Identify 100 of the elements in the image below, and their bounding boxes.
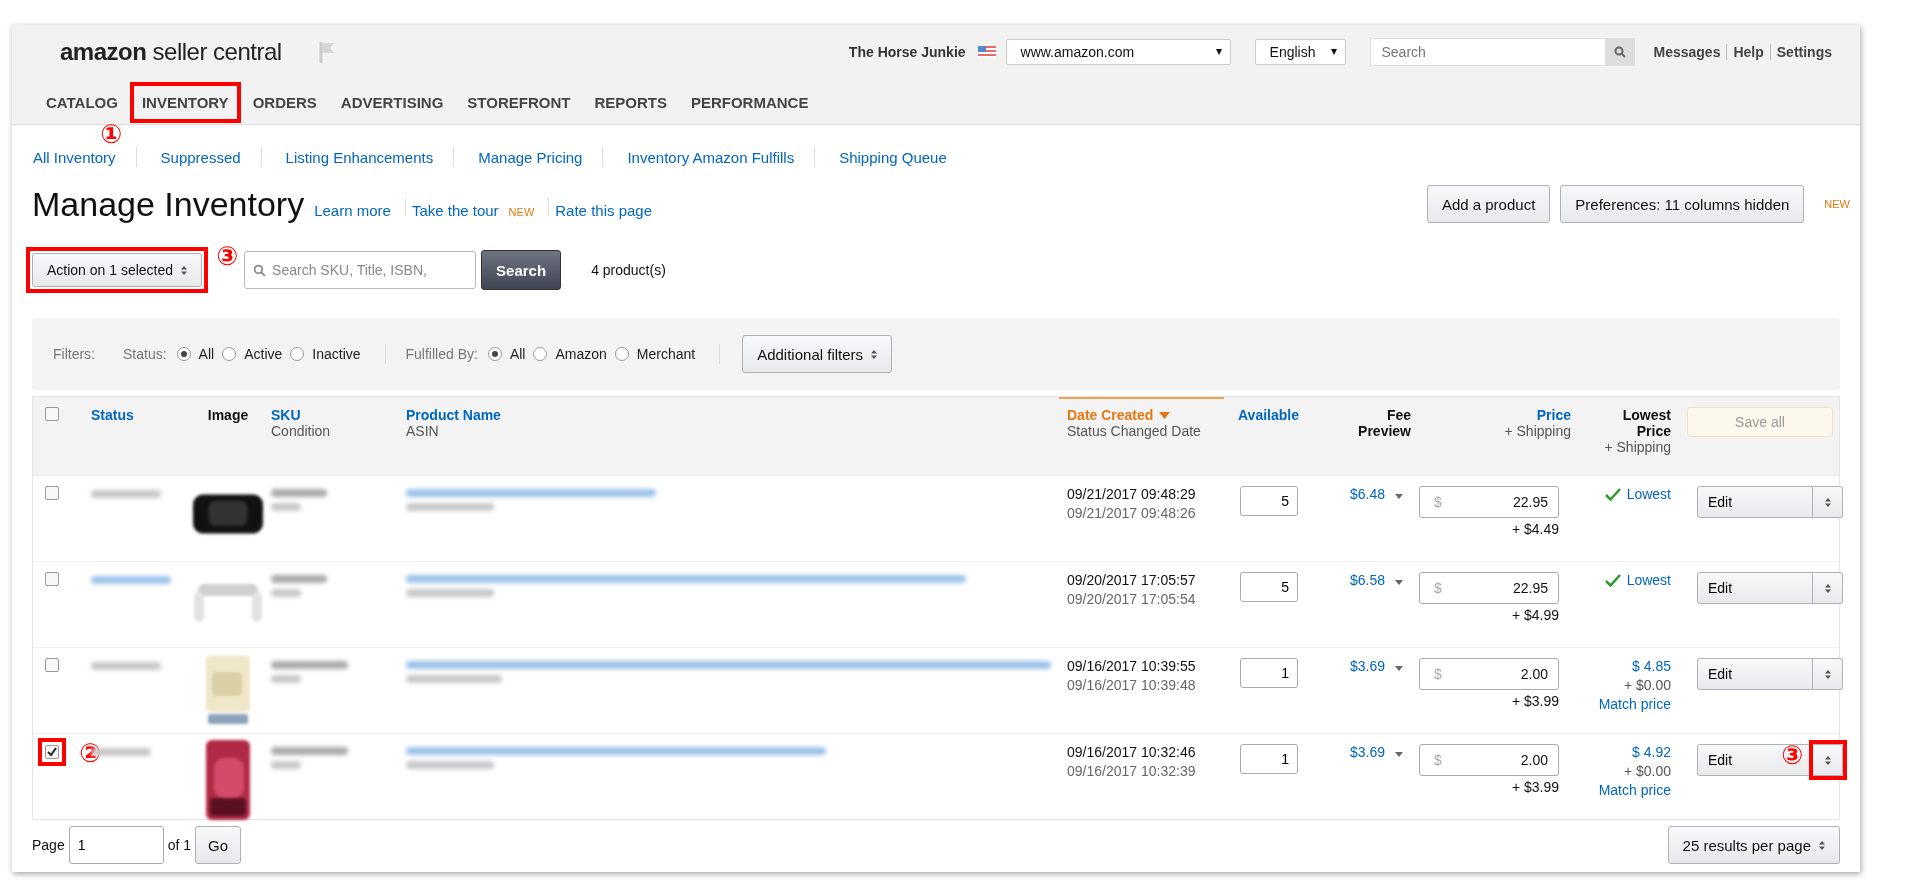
radio-button[interactable]	[614, 347, 629, 361]
page-button[interactable]: Add a product	[1426, 185, 1551, 223]
radio-button[interactable]	[222, 347, 237, 361]
quantity-field[interactable]: 1	[1240, 744, 1298, 774]
nav-tab[interactable]: PERFORMANCE	[686, 93, 813, 111]
header-link[interactable]: Settings	[1776, 44, 1832, 60]
radio-label[interactable]: Amazon	[555, 346, 607, 362]
logo[interactable]: amazon seller central	[60, 38, 282, 66]
shipping-price: + $3.99	[1511, 693, 1559, 709]
subnav-link[interactable]: All Inventory	[33, 148, 116, 166]
price-field[interactable]: $ 22.95	[1419, 486, 1559, 518]
store-name: The Horse Junkie	[848, 44, 966, 60]
row-checkbox[interactable]	[45, 745, 59, 759]
nav-tab[interactable]: ORDERS	[248, 93, 321, 111]
column-header[interactable]: Available	[1238, 407, 1316, 423]
column-subheader: Status Changed Date	[1067, 423, 1202, 439]
caret-icon[interactable]	[1395, 494, 1404, 499]
nav-tab[interactable]: CATALOG	[42, 93, 122, 111]
quantity-field[interactable]: 5	[1240, 572, 1298, 602]
shipping-price: + $4.49	[1511, 521, 1559, 537]
radio-label[interactable]: Inactive	[312, 346, 361, 362]
subnav-link[interactable]: Suppressed	[160, 148, 241, 166]
nav-tab[interactable]: STOREFRONT	[463, 93, 575, 111]
sku-search-field[interactable]: Search SKU, Title, ISBN,	[244, 251, 477, 289]
fee-link[interactable]: $6.48	[1350, 486, 1386, 502]
updown-icon	[1824, 755, 1831, 765]
country-flag-icon	[977, 46, 996, 58]
header-link[interactable]: Help	[1733, 44, 1764, 60]
radio-label[interactable]: Active	[244, 346, 283, 362]
filters-label: Filters:	[53, 346, 95, 362]
radio-button[interactable]	[533, 347, 548, 361]
lowest-link[interactable]: Lowest	[1626, 572, 1671, 588]
check-icon	[1604, 487, 1621, 501]
radio-label[interactable]: All	[198, 346, 215, 362]
radio-button[interactable]	[290, 347, 305, 361]
language-select[interactable]: English	[1254, 39, 1347, 65]
edit-button[interactable]: Edit	[1697, 658, 1813, 690]
filter-label: Fulfilled By:	[405, 346, 478, 362]
page-link[interactable]: Learn more	[314, 201, 391, 219]
edit-button[interactable]: Edit	[1697, 572, 1813, 604]
radio-label[interactable]: Merchant	[636, 346, 696, 362]
header-link[interactable]: Messages	[1653, 44, 1721, 60]
caret-icon[interactable]	[1395, 752, 1404, 757]
callout-number: ①	[99, 120, 122, 147]
date-created: 09/20/2017 17:05:57	[1067, 572, 1197, 588]
callout-number: ③	[216, 243, 239, 269]
row-checkbox[interactable]	[45, 658, 59, 672]
lowest-price: $ 4.85	[1632, 658, 1671, 674]
caret-icon[interactable]	[1395, 580, 1404, 585]
search-button[interactable]	[1605, 38, 1636, 66]
edit-button[interactable]: Edit	[1697, 486, 1813, 518]
column-header[interactable]: Price	[1536, 407, 1571, 423]
subnav-link[interactable]: Listing Enhancements	[285, 148, 434, 166]
caret-icon[interactable]	[1395, 666, 1404, 671]
nav-tab[interactable]: ADVERTISING	[336, 93, 448, 111]
edit-menu-toggle[interactable]	[1813, 486, 1843, 518]
fee-link[interactable]: $3.69	[1350, 658, 1386, 674]
edit-menu-toggle[interactable]	[1813, 572, 1843, 604]
marketplace-select[interactable]: www.amazon.com	[1005, 39, 1231, 65]
price-field[interactable]: $ 2.00	[1419, 744, 1559, 776]
lowest-price: $ 4.92	[1632, 744, 1671, 760]
shipping-price: + $4.99	[1511, 607, 1559, 623]
subnav-link[interactable]: Manage Pricing	[478, 148, 583, 166]
blurred-text	[271, 575, 327, 583]
radio-button[interactable]	[176, 347, 191, 361]
radio-button[interactable]	[487, 347, 502, 361]
column-header[interactable]: SKU	[271, 407, 390, 423]
search-button[interactable]: Search	[481, 250, 562, 290]
action-dropdown[interactable]: Action on 1 selected	[32, 253, 203, 287]
row-checkbox[interactable]	[45, 572, 59, 586]
lowest-link[interactable]: Lowest	[1626, 486, 1671, 502]
radio-label[interactable]: All	[509, 346, 526, 362]
match-price-link[interactable]: Match price	[1598, 696, 1671, 712]
search-field[interactable]: Search	[1370, 38, 1606, 66]
status-changed-date: 09/16/2017 10:32:39	[1067, 763, 1197, 779]
page-button[interactable]: Preferences: 11 columns hidden	[1560, 185, 1805, 223]
page-link[interactable]: Rate this page	[555, 201, 652, 219]
fee-link[interactable]: $6.58	[1350, 572, 1386, 588]
column-header[interactable]: Product Name	[406, 407, 1051, 423]
page-field[interactable]: 1	[68, 826, 164, 864]
select-all-checkbox[interactable]	[45, 407, 59, 421]
fee-link[interactable]: $3.69	[1350, 744, 1386, 760]
subnav-link[interactable]: Inventory Amazon Fulfills	[627, 148, 795, 166]
row-checkbox[interactable]	[45, 486, 59, 500]
additional-filters-button[interactable]: Additional filters	[742, 335, 893, 373]
column-header[interactable]: Status	[91, 407, 185, 423]
price-field[interactable]: $ 2.00	[1419, 658, 1559, 690]
quantity-field[interactable]: 5	[1240, 486, 1298, 516]
nav-tab[interactable]: REPORTS	[590, 93, 671, 111]
page-link[interactable]: Take the tour	[411, 201, 499, 219]
column-header: Fee Preview	[1357, 407, 1411, 439]
quantity-field[interactable]: 1	[1240, 658, 1298, 688]
subnav-link[interactable]: Shipping Queue	[839, 148, 947, 166]
go-button[interactable]: Go	[195, 826, 242, 864]
results-per-page-dropdown[interactable]: 25 results per page	[1667, 826, 1840, 864]
match-price-link[interactable]: Match price	[1598, 782, 1671, 798]
price-field[interactable]: $ 22.95	[1419, 572, 1559, 604]
edit-menu-toggle[interactable]	[1813, 658, 1843, 690]
status-changed-date: 09/21/2017 09:48:26	[1067, 505, 1197, 521]
nav-tab[interactable]: INVENTORY	[137, 93, 233, 111]
